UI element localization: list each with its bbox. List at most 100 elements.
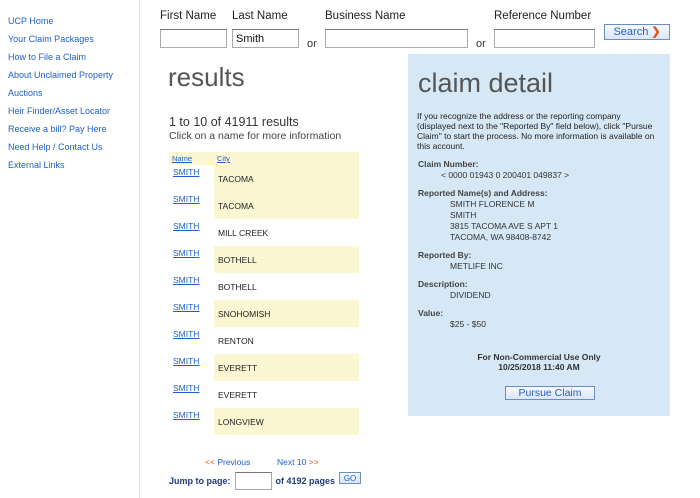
result-city: LONGVIEW	[214, 408, 359, 435]
next-page-link[interactable]: Next 10 >>	[277, 457, 319, 467]
jump-label: Jump to page:	[169, 476, 231, 486]
address-line: 3815 TACOMA AVE S APT 1	[450, 221, 559, 231]
table-row: SMITH TACOMA	[169, 192, 359, 219]
column-header-city[interactable]: City	[214, 152, 359, 165]
or-separator: or	[476, 38, 486, 50]
result-name-link[interactable]: SMITH	[173, 356, 199, 366]
table-row: SMITH RENTON	[169, 327, 359, 354]
claim-detail-footer: For Non-Commercial Use Only 10/25/2018 1…	[408, 352, 670, 372]
double-chevron-left-icon: <<	[205, 457, 215, 467]
sidebar-link[interactable]: External Links	[8, 160, 65, 170]
sidebar-link[interactable]: Need Help / Contact Us	[8, 142, 103, 152]
result-name-link[interactable]: SMITH	[173, 275, 199, 285]
sidebar-link[interactable]: Heir Finder/Asset Locator	[8, 106, 110, 116]
sidebar-item-help[interactable]: Need Help / Contact Us	[0, 140, 139, 158]
table-row: SMITH LONGVIEW	[169, 408, 359, 435]
sidebar-link[interactable]: Auctions	[8, 88, 43, 98]
previous-label: Previous	[217, 457, 251, 467]
result-name-link[interactable]: SMITH	[173, 167, 199, 177]
reference-number-input[interactable]	[494, 29, 595, 48]
business-name-label: Business Name	[325, 10, 406, 22]
description: DIVIDEND	[450, 290, 491, 300]
sort-by-city-link[interactable]: City	[217, 154, 230, 163]
reported-names-label: Reported Name(s) and Address:	[418, 188, 548, 198]
table-header-row: Name City	[169, 152, 359, 165]
chevron-right-icon: ❯	[651, 25, 661, 38]
result-name-link[interactable]: SMITH	[173, 302, 199, 312]
table-row: SMITH BOTHELL	[169, 273, 359, 300]
sort-by-name-link[interactable]: Name	[172, 154, 192, 163]
result-name-link[interactable]: SMITH	[173, 248, 199, 258]
search-button[interactable]: Search ❯	[604, 24, 670, 40]
sidebar-item-external-links[interactable]: External Links	[0, 158, 139, 176]
previous-page-link[interactable]: << Previous	[205, 457, 250, 467]
sidebar-link[interactable]: About Unclaimed Property	[8, 70, 113, 80]
search-button-label: Search	[613, 26, 649, 38]
claim-number: < 0000 01943 0 200401 049837 >	[441, 170, 570, 180]
jump-page-input[interactable]	[234, 472, 272, 490]
result-city: TACOMA	[214, 192, 359, 219]
result-city: BOTHELL	[218, 282, 257, 292]
sidebar-link[interactable]: Receive a bill? Pay Here	[8, 124, 107, 134]
next-label: Next 10	[277, 457, 307, 467]
sidebar-item-heir-finder[interactable]: Heir Finder/Asset Locator	[0, 104, 139, 122]
results-title: results	[168, 62, 245, 92]
last-name-label: Last Name	[232, 10, 288, 22]
address-line: SMITH FLORENCE M	[450, 199, 535, 209]
jump-to-page: Jump to page: of 4192 pages GO	[169, 472, 362, 490]
value-label: Value:	[418, 308, 444, 318]
claim-number-label: Claim Number:	[418, 159, 479, 169]
result-city: EVERETT	[214, 354, 359, 381]
table-row: SMITH BOTHELL	[169, 246, 359, 273]
sidebar-link[interactable]: How to File a Claim	[8, 52, 86, 62]
claim-detail-title: claim detail	[418, 68, 554, 98]
results-table: Name City SMITH TACOMA SMITH TACOMA SMITH M…	[169, 152, 359, 435]
results-count: 1 to 10 of 41911 results	[169, 115, 299, 129]
result-name-link[interactable]: SMITH	[173, 221, 199, 231]
claim-detail-panel: claim detail If you recognize the addres…	[408, 54, 670, 416]
result-name-link[interactable]: SMITH	[173, 410, 199, 420]
result-city: MILL CREEK	[218, 228, 269, 238]
results-hint: Click on a name for more information	[169, 130, 342, 142]
result-name-link[interactable]: SMITH	[173, 329, 199, 339]
result-city: SNOHOMISH	[214, 300, 359, 327]
total-pages: of 4192 pages	[275, 476, 336, 486]
reference-number-label: Reference Number	[494, 10, 592, 22]
first-name-label: First Name	[160, 10, 217, 22]
non-commercial-notice: For Non-Commercial Use Only	[477, 352, 601, 362]
table-row: SMITH EVERETT	[169, 381, 359, 408]
result-name-link[interactable]: SMITH	[173, 194, 199, 204]
sidebar-link[interactable]: Your Claim Packages	[8, 34, 94, 44]
result-city: RENTON	[218, 336, 254, 346]
reported-by-label: Reported By:	[418, 250, 472, 260]
go-button[interactable]: GO	[339, 472, 362, 484]
table-row: SMITH EVERETT	[169, 354, 359, 381]
result-name-link[interactable]: SMITH	[173, 383, 199, 393]
sidebar-item-claim-packages[interactable]: Your Claim Packages	[0, 32, 139, 50]
address-line: SMITH	[450, 210, 477, 220]
first-name-input[interactable]	[160, 29, 227, 48]
sidebar-nav: UCP Home Your Claim Packages How to File…	[0, 0, 140, 498]
sidebar-link[interactable]: UCP Home	[8, 16, 53, 26]
or-separator: or	[307, 38, 317, 50]
description-label: Description:	[418, 279, 468, 289]
timestamp: 10/25/2018 11:40 AM	[498, 362, 580, 372]
value: $25 - $50	[450, 319, 486, 329]
result-city: TACOMA	[214, 165, 359, 192]
double-chevron-right-icon: >>	[308, 457, 319, 467]
column-header-name[interactable]: Name	[169, 152, 214, 165]
address-line: TACOMA, WA 98408-8742	[450, 232, 552, 242]
sidebar-item-pay-bill[interactable]: Receive a bill? Pay Here	[0, 122, 139, 140]
business-name-input[interactable]	[325, 29, 468, 48]
last-name-input[interactable]	[232, 29, 299, 48]
sidebar-item-about[interactable]: About Unclaimed Property	[0, 68, 139, 86]
sidebar-item-file-claim[interactable]: How to File a Claim	[0, 50, 139, 68]
result-city: EVERETT	[218, 390, 258, 400]
table-row: SMITH MILL CREEK	[169, 219, 359, 246]
table-row: SMITH SNOHOMISH	[169, 300, 359, 327]
sidebar-item-ucp-home[interactable]: UCP Home	[0, 14, 139, 32]
pursue-claim-button[interactable]: Pursue Claim	[505, 386, 595, 400]
sidebar-item-auctions[interactable]: Auctions	[0, 86, 139, 104]
claim-detail-intro: If you recognize the address or the repo…	[417, 111, 655, 151]
table-row: SMITH TACOMA	[169, 165, 359, 192]
